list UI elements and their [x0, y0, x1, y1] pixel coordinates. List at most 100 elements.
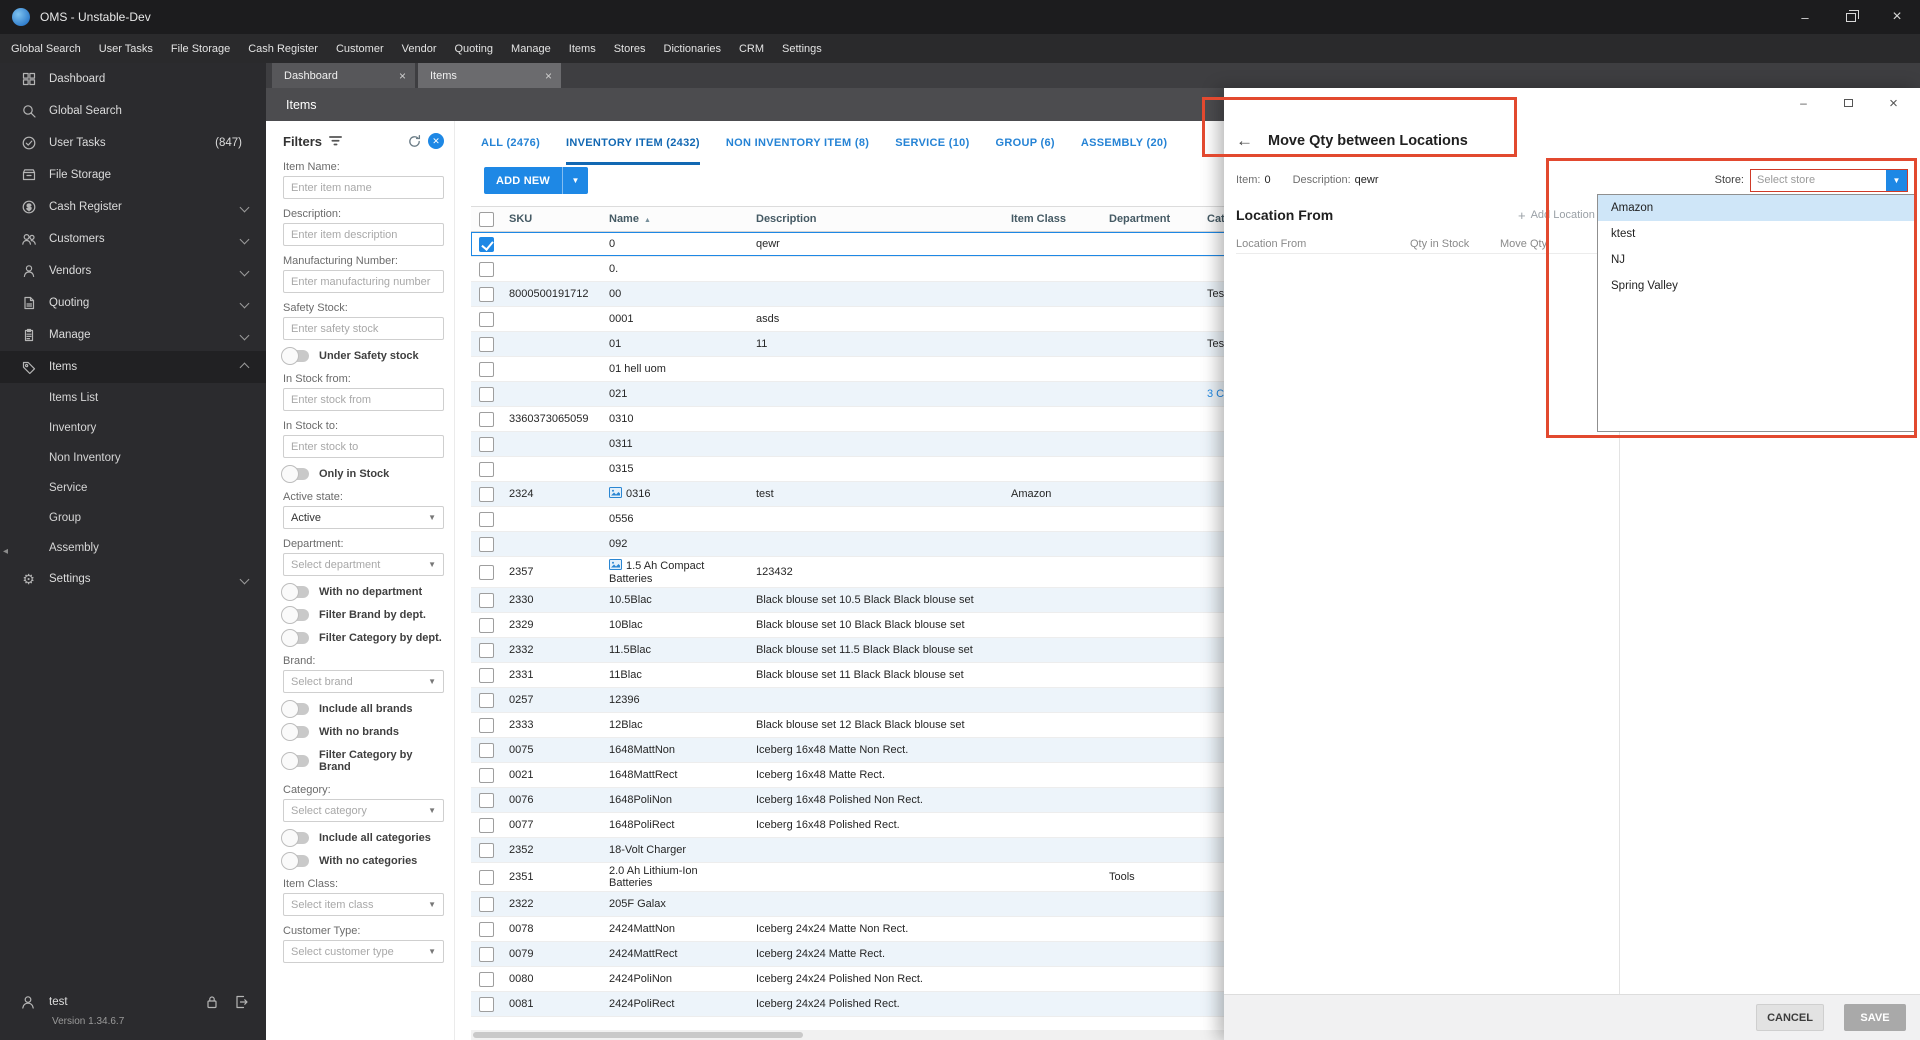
sidebar-item-quoting[interactable]: Quoting: [0, 287, 266, 319]
customer-type-select[interactable]: Select customer type ▼: [283, 940, 444, 963]
table-row[interactable]: 2331 11Blac Black blouse set 11 Black Bl…: [471, 663, 1261, 688]
menubar-item[interactable]: Cash Register: [239, 34, 327, 63]
table-row[interactable]: 0077 1648PoliRect Iceberg 16x48 Polished…: [471, 813, 1261, 838]
row-checkbox[interactable]: [478, 642, 494, 658]
sidebar-item-cash-register[interactable]: $ Cash Register: [0, 191, 266, 223]
column-header-department[interactable]: Department: [1101, 211, 1203, 227]
toggle-switch[interactable]: [281, 347, 309, 365]
item-class-select[interactable]: Select item class ▼: [283, 893, 444, 916]
row-checkbox[interactable]: [478, 311, 494, 327]
table-row[interactable]: 0079 2424MattRect Iceberg 24x24 Matte Re…: [471, 942, 1261, 967]
store-option[interactable]: Spring Valley: [1598, 273, 1916, 299]
table-row[interactable]: 0257 12396: [471, 688, 1261, 713]
column-header-sku[interactable]: SKU: [501, 211, 603, 227]
category-select[interactable]: Select category ▼: [283, 799, 444, 822]
menubar-item[interactable]: User Tasks: [90, 34, 162, 63]
menubar-item[interactable]: Quoting: [446, 34, 503, 63]
toggle-with-no-department[interactable]: With no department: [281, 583, 444, 601]
dialog-minimize-button[interactable]: –: [1781, 88, 1826, 118]
row-checkbox[interactable]: [478, 536, 494, 552]
sidebar-item-global-search[interactable]: Global Search: [0, 95, 266, 127]
tab-close-icon[interactable]: ×: [399, 69, 406, 83]
row-checkbox[interactable]: [478, 617, 494, 633]
item-type-tab[interactable]: SERVICE (10): [895, 137, 969, 165]
row-checkbox[interactable]: [478, 869, 494, 885]
item-description-input[interactable]: [283, 223, 444, 246]
store-select[interactable]: Select store ▼: [1750, 168, 1908, 192]
logout-icon[interactable]: [233, 994, 250, 1011]
active-state-select[interactable]: Active ▼: [283, 506, 444, 529]
table-row[interactable]: 0075 1648MattNon Iceberg 16x48 Matte Non…: [471, 738, 1261, 763]
select-all-checkbox[interactable]: [478, 211, 494, 227]
sidebar-subitem[interactable]: Items List: [0, 383, 266, 413]
lock-icon[interactable]: [204, 994, 221, 1011]
sidebar-subitem[interactable]: Assembly: [0, 533, 266, 563]
sidebar-subitem[interactable]: Non Inventory: [0, 443, 266, 473]
item-type-tab[interactable]: NON INVENTORY ITEM (8): [726, 137, 869, 165]
table-row[interactable]: 2333 12Blac Black blouse set 12 Black Bl…: [471, 713, 1261, 738]
sidebar-item-vendors[interactable]: Vendors: [0, 255, 266, 287]
row-checkbox[interactable]: [478, 564, 494, 580]
table-row[interactable]: 2330 10.5Blac Black blouse set 10.5 Blac…: [471, 588, 1261, 613]
row-checkbox[interactable]: [478, 261, 494, 277]
toggle-filter-category-by-brand[interactable]: Filter Category by Brand: [281, 749, 444, 773]
toggle-include-all-categories[interactable]: Include all categories: [281, 829, 444, 847]
row-checkbox[interactable]: [478, 921, 494, 937]
row-checkbox[interactable]: [478, 411, 494, 427]
column-header-description[interactable]: Description: [748, 211, 1003, 227]
minimize-button[interactable]: –: [1782, 0, 1828, 34]
add-new-button[interactable]: ADD NEW: [484, 167, 562, 194]
table-row[interactable]: 0076 1648PoliNon Iceberg 16x48 Polished …: [471, 788, 1261, 813]
menubar-item[interactable]: Dictionaries: [655, 34, 730, 63]
table-row[interactable]: 0021 1648MattRect Iceberg 16x48 Matte Re…: [471, 763, 1261, 788]
table-row[interactable]: 0311: [471, 432, 1261, 457]
dialog-maximize-button[interactable]: [1826, 88, 1871, 118]
manufacturing-number-input[interactable]: [283, 270, 444, 293]
sidebar-collapse-button[interactable]: ◂: [0, 540, 11, 562]
toggle-with-no-brands[interactable]: With no brands: [281, 723, 444, 741]
menubar-item[interactable]: Items: [560, 34, 605, 63]
table-row[interactable]: 0078 2424MattNon Iceberg 24x24 Matte Non…: [471, 917, 1261, 942]
table-row[interactable]: 2357 1.5 Ah Compact Batteries 123432: [471, 557, 1261, 588]
column-header-name[interactable]: Name ▲: [603, 211, 748, 227]
cancel-button[interactable]: CANCEL: [1756, 1004, 1824, 1031]
table-row[interactable]: 0001 asds: [471, 307, 1261, 332]
column-header-item-class[interactable]: Item Class: [1003, 211, 1101, 227]
toggle-include-all-brands[interactable]: Include all brands: [281, 700, 444, 718]
toggle-switch[interactable]: [281, 583, 309, 601]
row-checkbox[interactable]: [478, 817, 494, 833]
table-row[interactable]: 021 3 C: [471, 382, 1261, 407]
tab-items[interactable]: Items ×: [418, 63, 561, 88]
sidebar-subitem[interactable]: Group: [0, 503, 266, 533]
item-name-input[interactable]: [283, 176, 444, 199]
row-checkbox[interactable]: [478, 592, 494, 608]
menubar-item[interactable]: Global Search: [2, 34, 90, 63]
menubar-item[interactable]: CRM: [730, 34, 773, 63]
toggle-switch[interactable]: [281, 723, 309, 741]
toggle-switch[interactable]: [281, 752, 309, 770]
save-button[interactable]: SAVE: [1844, 1004, 1906, 1031]
add-location-button[interactable]: + Add Location: [1518, 208, 1595, 223]
clear-filters-icon[interactable]: ✕: [428, 133, 444, 149]
sidebar-item-dashboard[interactable]: Dashboard: [0, 63, 266, 95]
toggle-filter-brand-by-dept[interactable]: Filter Brand by dept.: [281, 606, 444, 624]
sidebar-item-customers[interactable]: Customers: [0, 223, 266, 255]
close-button[interactable]: ×: [1874, 0, 1920, 34]
row-checkbox[interactable]: [478, 996, 494, 1012]
table-row[interactable]: 2329 10Blac Black blouse set 10 Black Bl…: [471, 613, 1261, 638]
item-type-tab[interactable]: ALL (2476): [481, 137, 540, 165]
table-row[interactable]: 2324 0316 test Amazon: [471, 482, 1261, 507]
department-select[interactable]: Select department ▼: [283, 553, 444, 576]
sidebar-item-manage[interactable]: Manage: [0, 319, 266, 351]
back-button[interactable]: ←: [1236, 131, 1253, 151]
toggle-switch[interactable]: [281, 606, 309, 624]
menubar-item[interactable]: Vendor: [393, 34, 446, 63]
table-row[interactable]: 2332 11.5Blac Black blouse set 11.5 Blac…: [471, 638, 1261, 663]
store-dropdown-button[interactable]: ▼: [1886, 169, 1907, 191]
row-checkbox[interactable]: [478, 946, 494, 962]
menubar-item[interactable]: Manage: [502, 34, 560, 63]
row-checkbox[interactable]: [478, 511, 494, 527]
horizontal-scrollbar-thumb[interactable]: [473, 1032, 803, 1038]
table-row[interactable]: 0.: [471, 257, 1261, 282]
sidebar-item-items[interactable]: Items: [0, 351, 266, 383]
